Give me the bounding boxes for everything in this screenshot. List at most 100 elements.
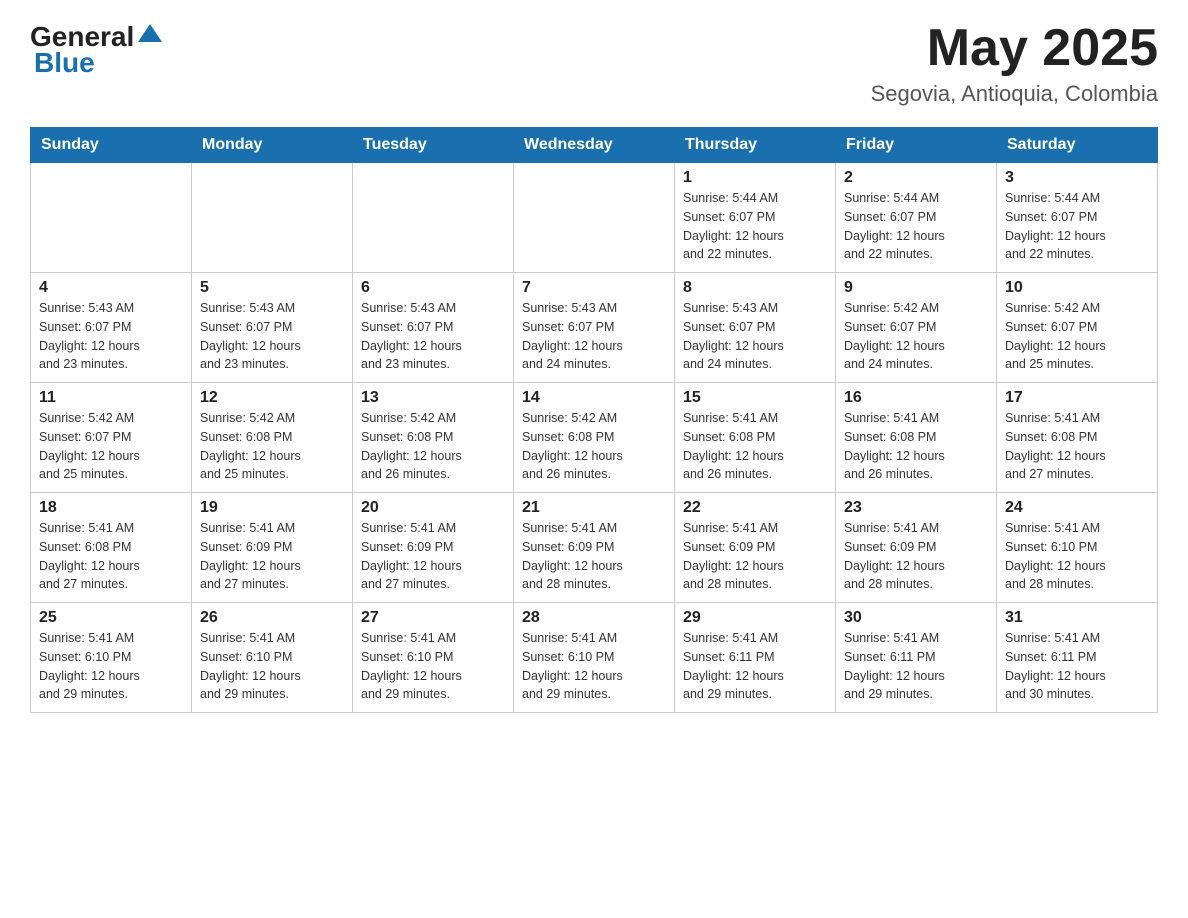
day-cell: 19 Sunrise: 5:41 AM Sunset: 6:09 PM Dayli…: [192, 493, 353, 603]
day-info: Sunrise: 5:41 AM Sunset: 6:09 PM Dayligh…: [683, 519, 827, 594]
week-row-3: 11 Sunrise: 5:42 AM Sunset: 6:07 PM Dayli…: [31, 383, 1158, 493]
day-info: Sunrise: 5:41 AM Sunset: 6:09 PM Dayligh…: [844, 519, 988, 594]
day-header-monday: Monday: [192, 128, 353, 163]
day-info: Sunrise: 5:41 AM Sunset: 6:09 PM Dayligh…: [361, 519, 505, 594]
day-cell: 5 Sunrise: 5:43 AM Sunset: 6:07 PM Daylig…: [192, 273, 353, 383]
calendar-table: SundayMondayTuesdayWednesdayThursdayFrid…: [30, 127, 1158, 713]
day-number: 14: [522, 389, 666, 407]
day-header-saturday: Saturday: [997, 128, 1158, 163]
day-number: 27: [361, 609, 505, 627]
logo-triangle-icon: [136, 20, 164, 48]
day-cell: 21 Sunrise: 5:41 AM Sunset: 6:09 PM Dayli…: [514, 493, 675, 603]
day-info: Sunrise: 5:41 AM Sunset: 6:09 PM Dayligh…: [200, 519, 344, 594]
day-cell: 13 Sunrise: 5:42 AM Sunset: 6:08 PM Dayli…: [353, 383, 514, 493]
day-info: Sunrise: 5:42 AM Sunset: 6:07 PM Dayligh…: [844, 299, 988, 374]
day-number: 10: [1005, 279, 1149, 297]
day-cell: 12 Sunrise: 5:42 AM Sunset: 6:08 PM Dayli…: [192, 383, 353, 493]
title-block: May 2025 Segovia, Antioquia, Colombia: [871, 20, 1158, 107]
day-number: 26: [200, 609, 344, 627]
day-info: Sunrise: 5:43 AM Sunset: 6:07 PM Dayligh…: [683, 299, 827, 374]
days-of-week-row: SundayMondayTuesdayWednesdayThursdayFrid…: [31, 128, 1158, 163]
calendar-body: 1 Sunrise: 5:44 AM Sunset: 6:07 PM Daylig…: [31, 163, 1158, 713]
day-cell: 17 Sunrise: 5:41 AM Sunset: 6:08 PM Dayli…: [997, 383, 1158, 493]
day-info: Sunrise: 5:41 AM Sunset: 6:09 PM Dayligh…: [522, 519, 666, 594]
day-info: Sunrise: 5:43 AM Sunset: 6:07 PM Dayligh…: [39, 299, 183, 374]
day-cell: 31Sunrise: 5:41 AM Sunset: 6:11 PM Dayli…: [997, 603, 1158, 713]
day-info: Sunrise: 5:41 AM Sunset: 6:11 PM Dayligh…: [683, 629, 827, 704]
day-number: 2: [844, 169, 988, 187]
day-number: 28: [522, 609, 666, 627]
day-info: Sunrise: 5:43 AM Sunset: 6:07 PM Dayligh…: [361, 299, 505, 374]
calendar-header: SundayMondayTuesdayWednesdayThursdayFrid…: [31, 128, 1158, 163]
day-cell: 3 Sunrise: 5:44 AM Sunset: 6:07 PM Daylig…: [997, 163, 1158, 273]
day-number: 23: [844, 499, 988, 517]
day-info: Sunrise: 5:42 AM Sunset: 6:07 PM Dayligh…: [39, 409, 183, 484]
day-number: 18: [39, 499, 183, 517]
day-number: 22: [683, 499, 827, 517]
day-number: 20: [361, 499, 505, 517]
day-header-wednesday: Wednesday: [514, 128, 675, 163]
day-number: 8: [683, 279, 827, 297]
page-header: General Blue May 2025 Segovia, Antioquia…: [30, 20, 1158, 107]
day-info: Sunrise: 5:44 AM Sunset: 6:07 PM Dayligh…: [683, 189, 827, 264]
day-cell: 7 Sunrise: 5:43 AM Sunset: 6:07 PM Daylig…: [514, 273, 675, 383]
day-cell: [31, 163, 192, 273]
day-cell: 25Sunrise: 5:41 AM Sunset: 6:10 PM Dayli…: [31, 603, 192, 713]
day-number: 24: [1005, 499, 1149, 517]
day-info: Sunrise: 5:41 AM Sunset: 6:10 PM Dayligh…: [39, 629, 183, 704]
day-number: 1: [683, 169, 827, 187]
day-cell: 23 Sunrise: 5:41 AM Sunset: 6:09 PM Dayli…: [836, 493, 997, 603]
day-cell: 28 Sunrise: 5:41 AM Sunset: 6:10 PM Dayli…: [514, 603, 675, 713]
day-number: 6: [361, 279, 505, 297]
logo: General Blue: [30, 20, 164, 79]
day-info: Sunrise: 5:41 AM Sunset: 6:08 PM Dayligh…: [1005, 409, 1149, 484]
day-info: Sunrise: 5:41 AM Sunset: 6:10 PM Dayligh…: [522, 629, 666, 704]
day-info: Sunrise: 5:42 AM Sunset: 6:08 PM Dayligh…: [361, 409, 505, 484]
day-cell: 11 Sunrise: 5:42 AM Sunset: 6:07 PM Dayli…: [31, 383, 192, 493]
logo-blue: Blue: [34, 47, 95, 79]
day-number: 29: [683, 609, 827, 627]
day-cell: 10 Sunrise: 5:42 AM Sunset: 6:07 PM Dayli…: [997, 273, 1158, 383]
week-row-4: 18Sunrise: 5:41 AM Sunset: 6:08 PM Dayli…: [31, 493, 1158, 603]
month-year-title: May 2025: [871, 20, 1158, 77]
day-number: 17: [1005, 389, 1149, 407]
day-cell: [514, 163, 675, 273]
day-number: 13: [361, 389, 505, 407]
day-number: 9: [844, 279, 988, 297]
day-cell: 27Sunrise: 5:41 AM Sunset: 6:10 PM Dayli…: [353, 603, 514, 713]
day-info: Sunrise: 5:44 AM Sunset: 6:07 PM Dayligh…: [1005, 189, 1149, 264]
day-info: Sunrise: 5:41 AM Sunset: 6:08 PM Dayligh…: [683, 409, 827, 484]
day-info: Sunrise: 5:41 AM Sunset: 6:10 PM Dayligh…: [200, 629, 344, 704]
day-info: Sunrise: 5:42 AM Sunset: 6:08 PM Dayligh…: [200, 409, 344, 484]
day-cell: 22 Sunrise: 5:41 AM Sunset: 6:09 PM Dayli…: [675, 493, 836, 603]
day-number: 15: [683, 389, 827, 407]
day-info: Sunrise: 5:41 AM Sunset: 6:11 PM Dayligh…: [844, 629, 988, 704]
day-number: 7: [522, 279, 666, 297]
day-cell: 15 Sunrise: 5:41 AM Sunset: 6:08 PM Dayli…: [675, 383, 836, 493]
day-info: Sunrise: 5:43 AM Sunset: 6:07 PM Dayligh…: [522, 299, 666, 374]
day-number: 12: [200, 389, 344, 407]
day-cell: 26 Sunrise: 5:41 AM Sunset: 6:10 PM Dayli…: [192, 603, 353, 713]
day-cell: 9 Sunrise: 5:42 AM Sunset: 6:07 PM Daylig…: [836, 273, 997, 383]
day-info: Sunrise: 5:42 AM Sunset: 6:07 PM Dayligh…: [1005, 299, 1149, 374]
day-number: 21: [522, 499, 666, 517]
day-info: Sunrise: 5:41 AM Sunset: 6:10 PM Dayligh…: [1005, 519, 1149, 594]
day-number: 5: [200, 279, 344, 297]
day-number: 11: [39, 389, 183, 407]
location-subtitle: Segovia, Antioquia, Colombia: [871, 81, 1158, 107]
day-cell: 6 Sunrise: 5:43 AM Sunset: 6:07 PM Daylig…: [353, 273, 514, 383]
day-number: 19: [200, 499, 344, 517]
day-cell: [192, 163, 353, 273]
day-header-tuesday: Tuesday: [353, 128, 514, 163]
day-cell: 16Sunrise: 5:41 AM Sunset: 6:08 PM Dayli…: [836, 383, 997, 493]
day-cell: 24 Sunrise: 5:41 AM Sunset: 6:10 PM Dayli…: [997, 493, 1158, 603]
day-number: 16: [844, 389, 988, 407]
day-cell: 20 Sunrise: 5:41 AM Sunset: 6:09 PM Dayli…: [353, 493, 514, 603]
day-number: 4: [39, 279, 183, 297]
day-cell: 2Sunrise: 5:44 AM Sunset: 6:07 PM Daylig…: [836, 163, 997, 273]
day-cell: 29 Sunrise: 5:41 AM Sunset: 6:11 PM Dayli…: [675, 603, 836, 713]
day-info: Sunrise: 5:43 AM Sunset: 6:07 PM Dayligh…: [200, 299, 344, 374]
day-cell: 8 Sunrise: 5:43 AM Sunset: 6:07 PM Daylig…: [675, 273, 836, 383]
day-number: 3: [1005, 169, 1149, 187]
day-info: Sunrise: 5:42 AM Sunset: 6:08 PM Dayligh…: [522, 409, 666, 484]
